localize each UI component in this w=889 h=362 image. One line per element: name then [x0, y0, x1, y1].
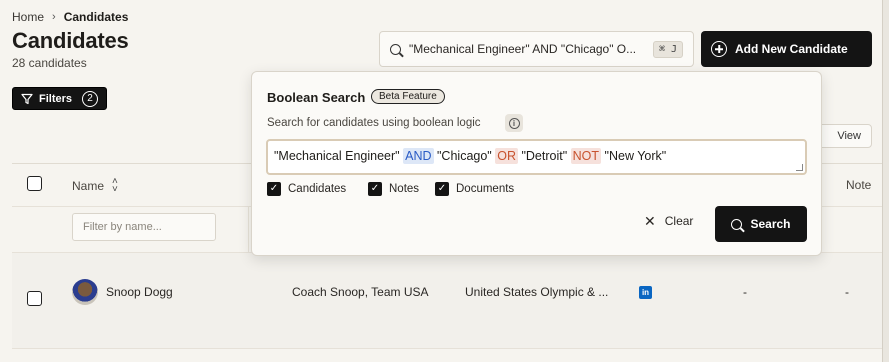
- clear-label: Clear: [664, 214, 694, 228]
- chevron-right-icon: ›: [52, 11, 56, 23]
- close-icon: ✕: [644, 213, 656, 229]
- boolean-search-popover: Boolean Search Beta Feature Search for c…: [251, 71, 822, 256]
- column-divider: [248, 207, 249, 253]
- checkmark-icon[interactable]: ✓: [368, 182, 382, 196]
- resize-handle-icon[interactable]: [796, 164, 803, 171]
- add-new-candidate-button[interactable]: Add New Candidate: [701, 31, 872, 67]
- cell-col5: -: [743, 285, 747, 299]
- column-header-name[interactable]: Name ˄ ˅: [72, 177, 118, 195]
- candidate-count: 28 candidates: [12, 56, 87, 70]
- candidate-name[interactable]: Snoop Dogg: [106, 285, 173, 299]
- filters-label: Filters: [39, 92, 73, 105]
- query-term: "Detroit": [521, 149, 568, 163]
- breadcrumb-home[interactable]: Home: [12, 10, 44, 24]
- beta-badge: Beta Feature: [371, 89, 445, 104]
- operator-or: OR: [495, 148, 518, 164]
- clear-button[interactable]: ✕ Clear: [644, 214, 693, 228]
- candidate-title: Coach Snoop, Team USA: [292, 285, 429, 299]
- checkmark-icon[interactable]: ✓: [267, 182, 281, 196]
- option-documents[interactable]: ✓ Documents: [435, 182, 514, 196]
- breadcrumb-current: Candidates: [63, 10, 129, 24]
- select-all-checkbox[interactable]: [27, 176, 42, 191]
- operator-not: NOT: [570, 148, 602, 164]
- operator-and: AND: [403, 148, 434, 164]
- option-candidates[interactable]: ✓ Candidates: [267, 182, 346, 196]
- table-row[interactable]: Snoop Dogg Coach Snoop, Team USA United …: [12, 253, 889, 349]
- query-term: "New York": [604, 149, 667, 163]
- search-query-preview: "Mechanical Engineer" AND "Chicago" O...: [409, 42, 637, 56]
- filter-by-name-input[interactable]: [72, 213, 216, 241]
- popover-description: Search for candidates using boolean logi…: [267, 117, 481, 129]
- option-label: Notes: [389, 183, 420, 195]
- column-name-label: Name: [72, 179, 105, 193]
- filters-count-badge: 2: [82, 90, 98, 107]
- boolean-query-input[interactable]: "Mechanical Engineer" AND "Chicago" OR "…: [266, 139, 807, 175]
- keyboard-shortcut: ⌘ J: [652, 40, 683, 58]
- breadcrumb: Home › Candidates: [12, 10, 128, 24]
- option-label: Documents: [456, 183, 515, 195]
- search-button[interactable]: Search: [715, 206, 807, 242]
- query-term: "Chicago": [437, 149, 492, 163]
- plus-circle-icon: [711, 41, 727, 57]
- add-new-candidate-label: Add New Candidate: [735, 42, 848, 56]
- sort-icon[interactable]: ˄ ˅: [112, 177, 118, 195]
- view-button[interactable]: View: [814, 124, 872, 148]
- info-icon[interactable]: i: [505, 114, 523, 132]
- boolean-search-trigger[interactable]: "Mechanical Engineer" AND "Chicago" O...…: [379, 31, 694, 67]
- query-term: "Mechanical Engineer": [274, 149, 400, 163]
- cell-col6: -: [845, 285, 849, 299]
- search-label: Search: [750, 217, 791, 231]
- search-icon: [390, 43, 401, 55]
- filters-button[interactable]: Filters 2: [12, 87, 107, 110]
- page-title: Candidates: [12, 28, 129, 53]
- column-header-notes[interactable]: Note: [846, 178, 871, 192]
- candidates-page: Home › Candidates Candidates 28 candidat…: [0, 0, 889, 362]
- option-label: Candidates: [288, 183, 347, 195]
- window-edge: [882, 0, 889, 362]
- row-checkbox[interactable]: [27, 291, 42, 306]
- funnel-icon: [21, 93, 33, 104]
- popover-title: Boolean Search: [267, 90, 366, 105]
- candidate-company: United States Olympic & ...: [465, 285, 609, 299]
- option-notes[interactable]: ✓ Notes: [368, 182, 419, 196]
- linkedin-icon[interactable]: in: [639, 286, 652, 299]
- checkmark-icon[interactable]: ✓: [435, 182, 449, 196]
- avatar: [72, 279, 98, 305]
- search-icon: [731, 218, 743, 230]
- view-label: View: [837, 130, 861, 142]
